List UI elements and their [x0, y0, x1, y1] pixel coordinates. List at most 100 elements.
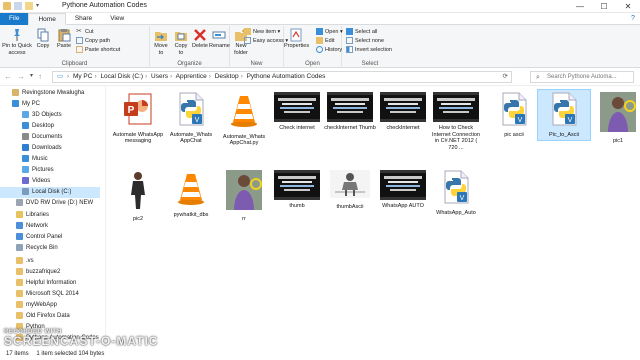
file-item[interactable]: Check internet	[271, 90, 323, 134]
search-input[interactable]: ⌕ Search Pythone Automa...	[530, 71, 634, 83]
sidebar-item[interactable]: 3D Objects	[0, 110, 100, 121]
copy-path-button[interactable]: Copy path	[76, 37, 110, 46]
move-to-button[interactable]: Move to	[152, 28, 170, 56]
sidebar-item[interactable]: .vs	[0, 256, 100, 267]
file-item[interactable]: rr	[218, 168, 270, 224]
sidebar-item[interactable]: Microsoft SQL 2014	[0, 289, 100, 300]
delete-button[interactable]: Delete	[192, 28, 208, 50]
breadcrumb-desktop[interactable]: Desktop	[215, 73, 239, 80]
person-image-icon	[112, 170, 164, 213]
new-folder-qat-icon[interactable]	[25, 2, 33, 10]
sidebar-item[interactable]: DVD RW Drive (D:) NEW	[0, 198, 100, 209]
breadcrumb-current-folder[interactable]: Pythone Automation Codes	[247, 73, 326, 80]
video-thumbnail-icon	[433, 92, 479, 122]
help-icon[interactable]: ?	[626, 13, 640, 24]
paste-button[interactable]: Paste	[54, 28, 74, 50]
cut-label: Cut	[85, 29, 94, 35]
file-item[interactable]: V WhatsApp_Auto	[430, 168, 482, 218]
tab-home[interactable]: Home	[28, 13, 66, 25]
sidebar-item[interactable]: buzzafrique2	[0, 267, 100, 278]
properties-qat-icon[interactable]	[14, 2, 22, 10]
copy-icon	[37, 28, 49, 42]
pin-quick-access-button[interactable]: Pin to Quick access	[2, 28, 32, 56]
move-to-label: Move to	[154, 43, 168, 56]
file-item[interactable]: pywhatkit_dbs	[165, 168, 217, 220]
delete-label: Delete	[192, 43, 208, 49]
breadcrumb-users[interactable]: Users	[151, 73, 168, 80]
sidebar-item[interactable]: Helpful Information	[0, 278, 100, 289]
copy-to-button[interactable]: Copy to	[172, 28, 190, 56]
sidebar-item-label: Videos	[32, 178, 51, 184]
sidebar-item[interactable]: Revingstone Mwalugha	[0, 88, 100, 99]
address-bar[interactable]: ▭ › My PC › Local Disk (C:) › Users › Appre…	[52, 71, 512, 83]
cut-button[interactable]: ✂ Cut	[76, 28, 94, 37]
chevron-right-icon: ›	[208, 73, 211, 80]
breadcrumb-local-disk[interactable]: Local Disk (C:)	[100, 73, 143, 80]
up-icon[interactable]: ↑	[38, 72, 42, 81]
rename-icon	[212, 31, 226, 39]
file-item[interactable]: WhatsApp AUTO	[377, 168, 429, 212]
tab-file[interactable]: File	[0, 13, 29, 25]
file-item[interactable]: P Automate WhatsApp messaging	[112, 90, 164, 147]
breadcrumb-apprentice[interactable]: Apprentice	[176, 73, 207, 80]
sidebar-item[interactable]: Videos	[0, 176, 100, 187]
easy-access-button[interactable]: Easy access ▾	[244, 37, 288, 46]
minimize-button[interactable]: —	[568, 0, 592, 13]
file-item[interactable]: Automate_Whats AppChat.py	[218, 90, 270, 149]
chevron-right-icon: ›	[145, 73, 148, 80]
sidebar-item[interactable]: Downloads	[0, 143, 100, 154]
breadcrumb-my-pc[interactable]: My PC	[73, 73, 93, 80]
sidebar-item[interactable]: Local Disk (C:)	[0, 187, 100, 198]
sidebar-item[interactable]: Old Firefox Data	[0, 311, 100, 322]
properties-button[interactable]: Properties	[284, 28, 309, 50]
file-item[interactable]: pic1	[592, 90, 640, 146]
download-icon	[22, 143, 29, 151]
tab-view[interactable]: View	[101, 13, 133, 25]
watermark-line2: SCREENCAST-O-MATIC	[4, 334, 159, 348]
sidebar-item[interactable]: Desktop	[0, 121, 100, 132]
pc-icon	[12, 99, 19, 107]
refresh-icon[interactable]: ⟳	[503, 72, 508, 82]
sidebar-item[interactable]: Control Panel	[0, 232, 100, 243]
file-item[interactable]: checkInternet	[377, 90, 429, 134]
close-button[interactable]: ✕	[616, 0, 640, 13]
file-item[interactable]: Vpic ascii	[488, 90, 540, 140]
copy-button[interactable]: Copy	[34, 28, 52, 50]
file-item[interactable]: pic2	[112, 168, 164, 224]
file-item[interactable]: How to Check Internet Connection in C#.N…	[430, 90, 482, 153]
edit-button[interactable]: Edit	[316, 37, 334, 46]
sidebar-item[interactable]: Music	[0, 154, 100, 165]
sidebar-item[interactable]: Libraries	[0, 210, 100, 221]
open-button[interactable]: Open ▾	[316, 28, 343, 37]
new-item-button[interactable]: New item ▾	[244, 28, 280, 37]
sidebar-item[interactable]: Recycle Bin	[0, 243, 100, 254]
rename-button[interactable]: Rename	[209, 28, 230, 50]
sidebar-item[interactable]: My PC	[0, 99, 100, 110]
easy-access-label: Easy access ▾	[253, 38, 289, 44]
window-title: Pythone Automation Codes	[62, 2, 147, 9]
file-item[interactable]: checkInternet Thumb	[324, 90, 376, 134]
chevron-down-icon[interactable]: ▾	[36, 2, 44, 10]
maximize-button[interactable]: ☐	[592, 0, 616, 13]
file-item[interactable]: V Pic_to_Ascii	[537, 89, 591, 141]
chevron-right-icon: ›	[94, 73, 97, 80]
file-item[interactable]: thumb	[271, 168, 323, 212]
back-icon[interactable]: ←	[4, 72, 12, 81]
file-name: WhatsApp_Auto	[436, 209, 476, 216]
select-none-button[interactable]: Select none	[346, 37, 384, 46]
forward-icon[interactable]: →	[17, 72, 25, 81]
sidebar-item[interactable]: Network	[0, 221, 100, 232]
paste-shortcut-button[interactable]: Paste shortcut	[76, 46, 120, 55]
history-button[interactable]: History	[316, 46, 342, 55]
recent-locations-icon[interactable]: ▾	[30, 72, 33, 81]
new-group-label: New	[250, 61, 263, 67]
select-all-button[interactable]: Select all	[346, 28, 377, 37]
tab-share[interactable]: Share	[66, 13, 101, 25]
invert-selection-button[interactable]: Invert selection	[346, 46, 392, 55]
file-item[interactable]: thumbAscii	[324, 168, 376, 212]
sidebar-item[interactable]: myWebApp	[0, 300, 100, 311]
file-name: checkInternet	[386, 125, 420, 131]
sidebar-item[interactable]: Pictures	[0, 165, 100, 176]
sidebar-item[interactable]: Documents	[0, 132, 100, 143]
file-item[interactable]: V Automate_Whats AppChat	[165, 90, 217, 147]
